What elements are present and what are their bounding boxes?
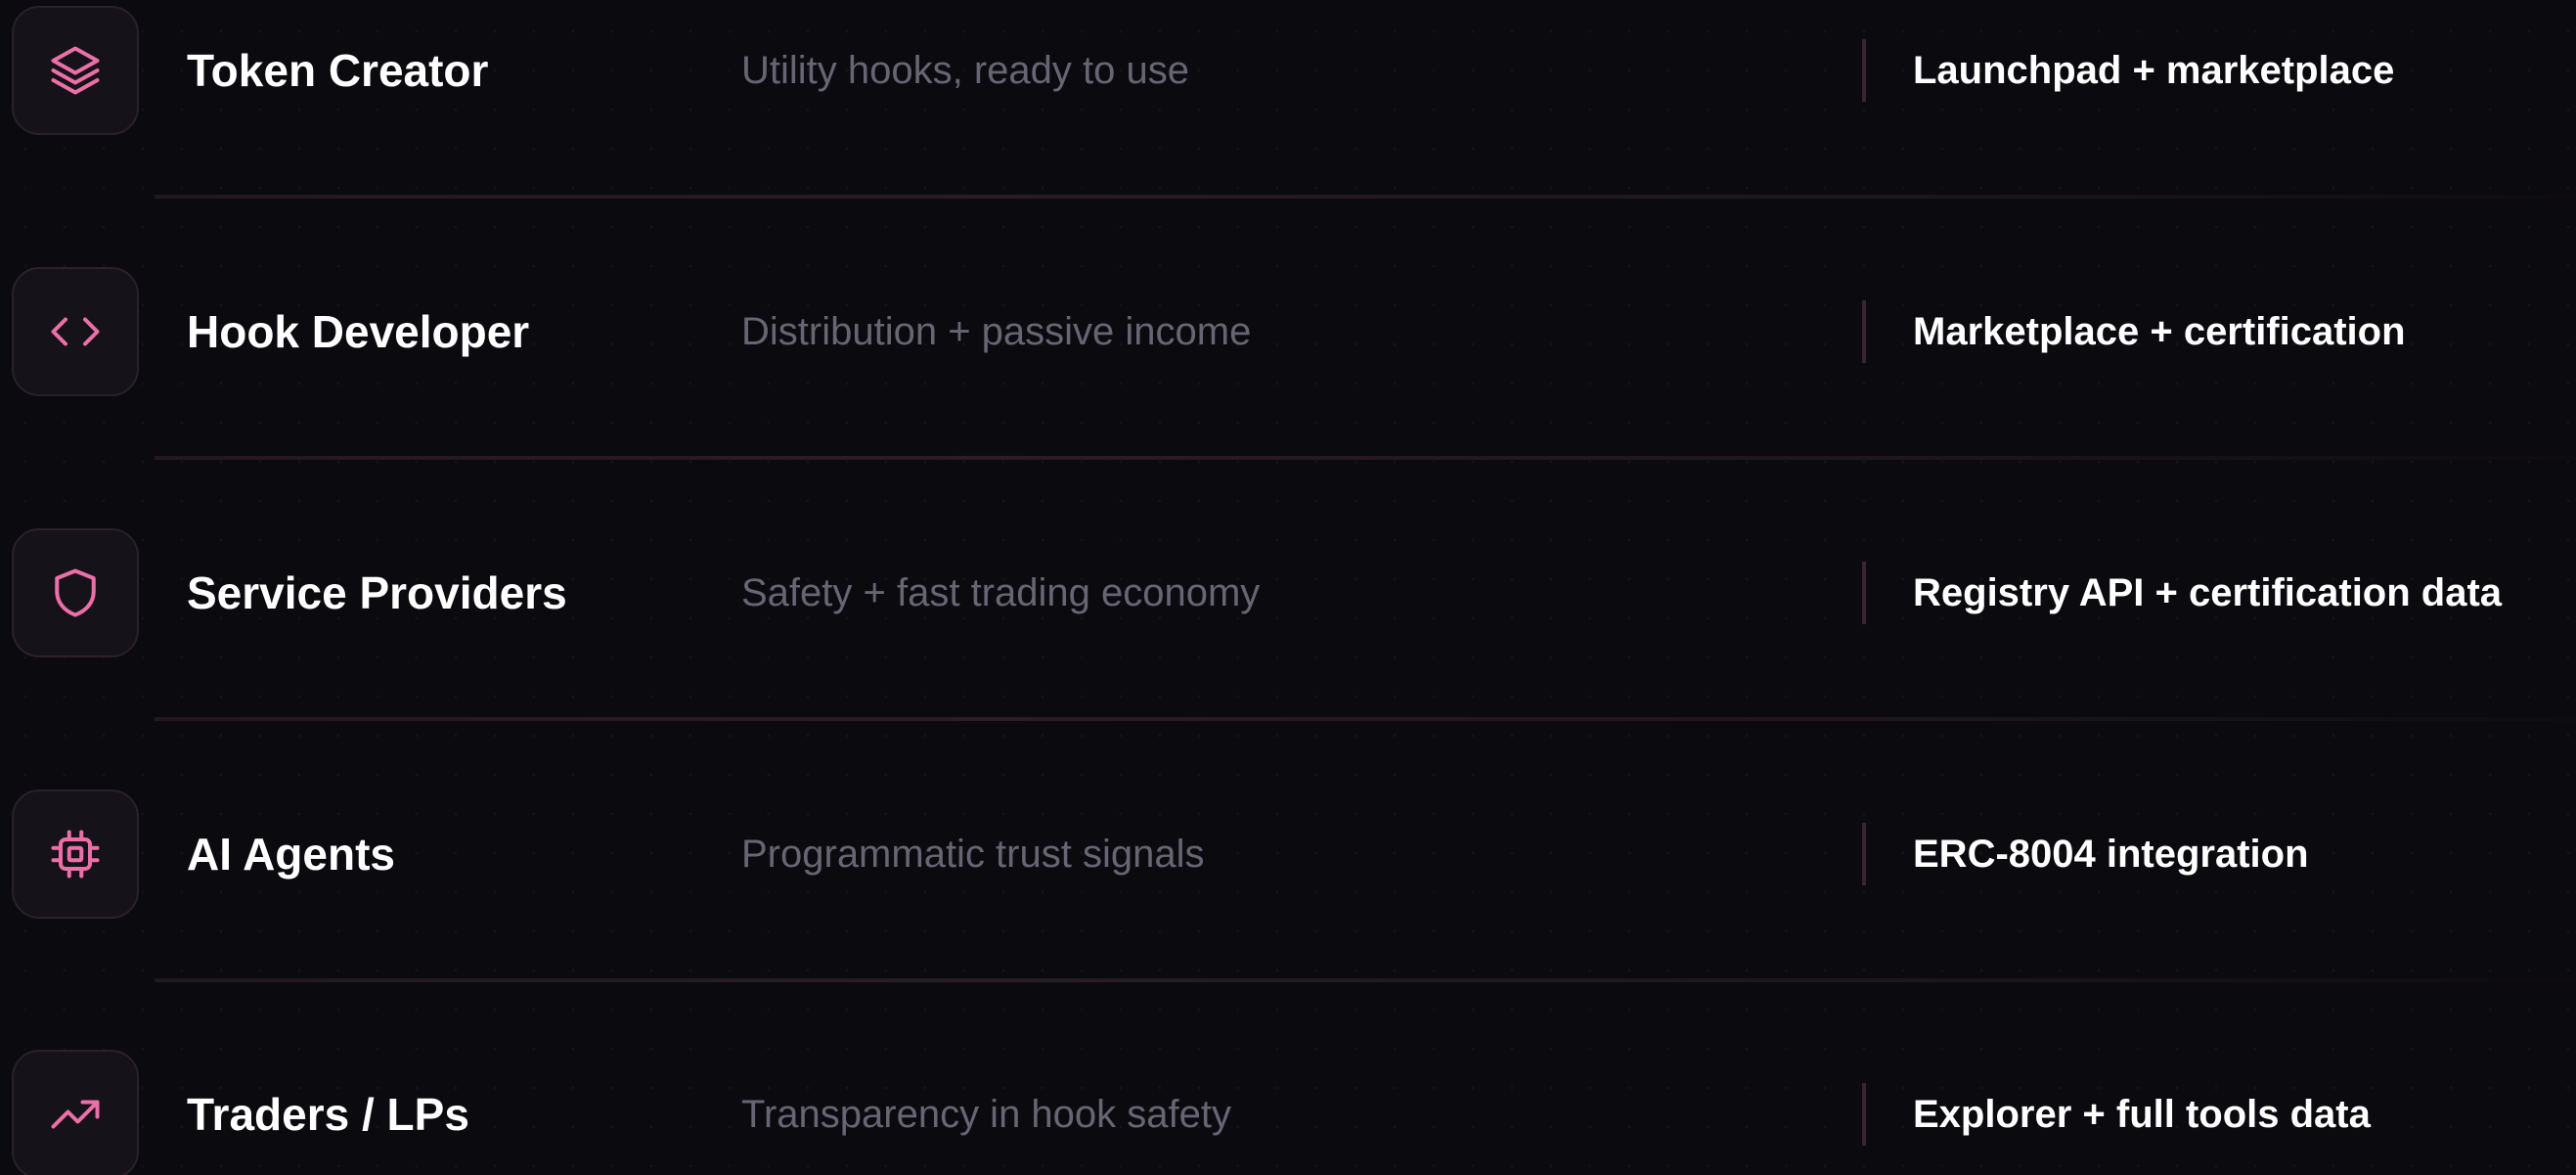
layers-icon [51, 46, 100, 95]
audience-benefit: Programmatic trust signals [741, 833, 1205, 876]
row-divider [155, 456, 2576, 460]
row-divider [155, 717, 2576, 721]
code-icon [51, 317, 100, 346]
audience-name: Token Creator [187, 45, 489, 96]
divider-bar [1862, 300, 1866, 363]
shield-icon [55, 568, 96, 617]
divider-bar [1862, 39, 1866, 102]
audience-product: ERC-8004 integration [1913, 833, 2309, 876]
icon-tile [12, 790, 139, 919]
audience-name: Traders / LPs [187, 1089, 469, 1140]
list-item: Traders / LPs Transparency in hook safet… [0, 1048, 2576, 1175]
cpu-chip-icon [51, 830, 100, 879]
list-item: AI Agents Programmatic trust signals ERC… [0, 788, 2576, 925]
divider-bar [1862, 823, 1866, 885]
audience-benefit: Transparency in hook safety [741, 1093, 1231, 1136]
audience-name: AI Agents [187, 829, 395, 880]
list-item: Service Providers Safety + fast trading … [0, 526, 2576, 663]
trending-up-icon [51, 1100, 100, 1129]
audience-name: Hook Developer [187, 306, 530, 357]
list-item: Hook Developer Distribution + passive in… [0, 265, 2576, 402]
row-divider [155, 978, 2576, 982]
audience-benefit: Distribution + passive income [741, 310, 1252, 353]
audience-benefit: Utility hooks, ready to use [741, 49, 1189, 92]
audience-product: Registry API + certification data [1913, 571, 2503, 614]
audience-benefit: Safety + fast trading economy [741, 571, 1261, 614]
divider-bar [1862, 1083, 1866, 1146]
audience-product: Marketplace + certification [1913, 310, 2406, 353]
divider-bar [1862, 562, 1866, 624]
icon-tile [12, 267, 139, 396]
audience-list: Token Creator Utility hooks, ready to us… [0, 0, 2576, 1175]
icon-tile [12, 6, 139, 135]
icon-tile [12, 528, 139, 657]
audience-product: Explorer + full tools data [1913, 1093, 2371, 1136]
icon-tile [12, 1050, 139, 1175]
list-item: Token Creator Utility hooks, ready to us… [0, 4, 2576, 141]
audience-name: Service Providers [187, 567, 567, 618]
audience-product: Launchpad + marketplace [1913, 49, 2395, 92]
row-divider [155, 195, 2576, 199]
